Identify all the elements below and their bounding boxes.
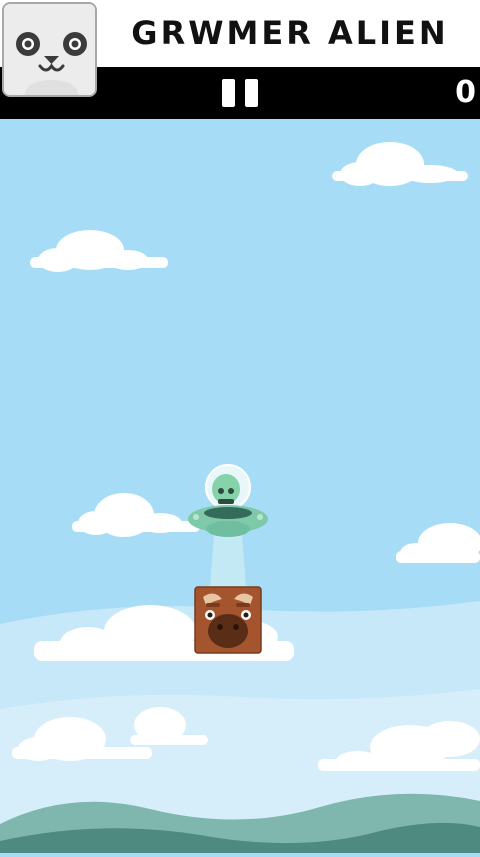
- cow-block: [194, 586, 262, 654]
- game-title: GRWMER ALIEN: [131, 14, 449, 52]
- pause-button[interactable]: [222, 79, 260, 109]
- game-scene[interactable]: [0, 119, 480, 853]
- panda-avatar-icon[interactable]: [2, 2, 97, 97]
- pause-icon: [222, 79, 235, 107]
- score-counter: 0: [455, 75, 476, 110]
- pause-icon-bar: [245, 79, 258, 107]
- tractor-beam: [210, 535, 246, 587]
